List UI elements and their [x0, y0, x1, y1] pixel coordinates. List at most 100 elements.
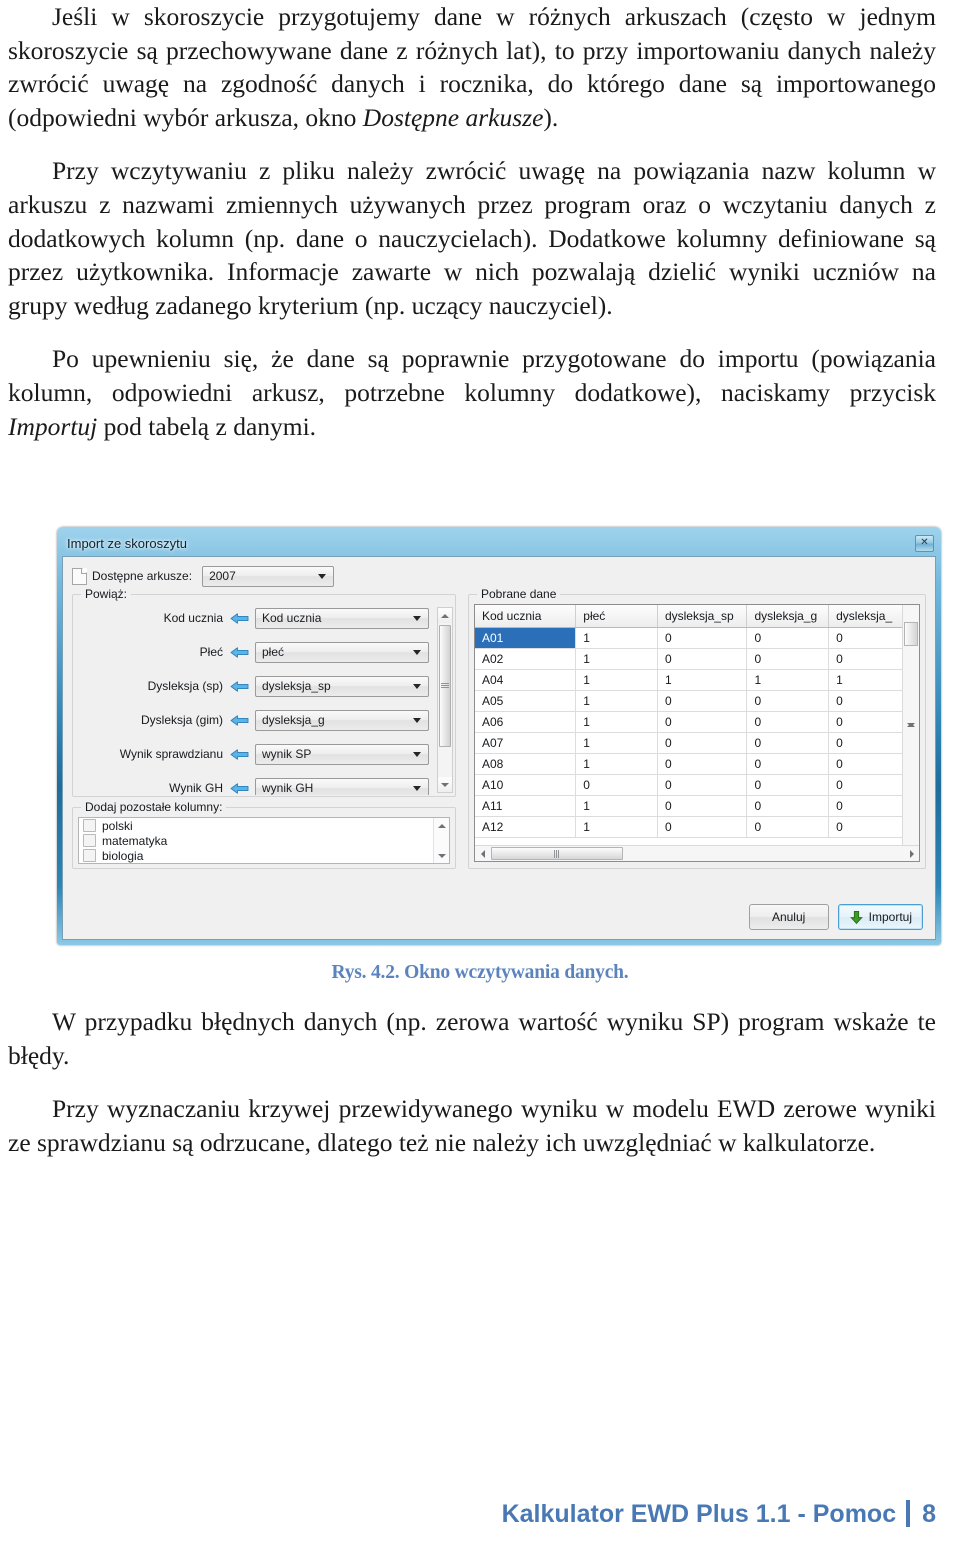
- checkbox-icon[interactable]: [83, 849, 96, 862]
- table-row[interactable]: A11 1 0 0 0: [475, 795, 903, 817]
- table-cell: A04: [475, 669, 577, 691]
- footer-separator: [906, 1500, 911, 1527]
- table-cell: 1: [575, 648, 658, 670]
- chevron-down-icon: [907, 723, 915, 727]
- table-row[interactable]: A10 0 0 0 0: [475, 774, 903, 796]
- dialog-button-row: Anuluj Importuj: [748, 904, 923, 930]
- table-cell: A05: [475, 690, 577, 712]
- table-cell: A07: [475, 732, 577, 754]
- figure-caption: Rys. 4.2. Okno wczytywania danych.: [331, 962, 629, 983]
- mapping-scrollbar[interactable]: [437, 607, 453, 793]
- column-header[interactable]: dysleksja_g: [746, 605, 830, 628]
- close-icon[interactable]: ✕: [915, 534, 934, 552]
- table-row[interactable]: A05 1 0 0 0: [475, 690, 903, 712]
- left-column: Powiąż: Kod ucznia Kod ucznia Płeć płeć Dysl…: [72, 587, 456, 869]
- paragraph-2: Przy wczytywaniu z pliku należy zwrócić …: [8, 154, 936, 322]
- table-cell: 0: [657, 774, 748, 796]
- checkbox-icon[interactable]: [83, 819, 96, 832]
- scroll-up-button[interactable]: [438, 608, 452, 623]
- table-cell: 0: [657, 690, 748, 712]
- mapping-value: dysleksja_sp: [262, 679, 331, 693]
- mapping-row: Wynik sprawdzianu wynik SP: [73, 741, 435, 767]
- data-grid-body: A01 1 0 0 0 A02 1 0 0 0 A04 1 1 1 1 A05 1 0 0 0 A06 1 0 0 0 A07 1 0…: [475, 627, 903, 838]
- checkbox-icon[interactable]: [83, 834, 96, 847]
- scrollbar-thumb[interactable]: [439, 625, 451, 747]
- cancel-button[interactable]: Anuluj: [748, 904, 829, 930]
- mapping-value: płeć: [262, 645, 285, 659]
- mapping-arrow-icon: [230, 714, 249, 726]
- mapping-arrow-icon: [230, 782, 249, 794]
- column-header[interactable]: Kod ucznia: [475, 605, 577, 628]
- cancel-button-label: Anuluj: [771, 910, 806, 924]
- column-header[interactable]: dysleksja_sp: [657, 605, 748, 628]
- right-column: Pobrane dane Kod ucznia płeć dysleksja_sp d…: [468, 587, 926, 869]
- table-cell: 0: [746, 690, 830, 712]
- table-row[interactable]: A08 1 0 0 0: [475, 753, 903, 775]
- grid-vscroll-thumb[interactable]: [904, 622, 918, 646]
- mapping-value-dropdown[interactable]: płeć: [255, 641, 429, 663]
- table-cell: 0: [657, 816, 748, 838]
- extra-columns-listbox[interactable]: polski matematyka biologia: [78, 817, 450, 864]
- table-row[interactable]: A04 1 1 1 1: [475, 669, 903, 691]
- grid-scroll-right-button[interactable]: [904, 846, 919, 861]
- footer-title: Kalkulator EWD Plus 1.1 - Pomoc: [501, 1500, 897, 1528]
- import-button[interactable]: Importuj: [837, 904, 923, 930]
- list-item[interactable]: biologia: [79, 848, 449, 863]
- data-grid-vertical-scrollbar[interactable]: [902, 605, 919, 845]
- table-cell: 1: [828, 669, 903, 691]
- page-footer: Kalkulator EWD Plus 1.1 - Pomoc 8: [0, 1500, 936, 1529]
- data-grid-head: Kod ucznia płeć dysleksja_sp dysleksja_g dys…: [475, 605, 903, 628]
- mapping-value-dropdown[interactable]: Kod ucznia: [255, 607, 429, 629]
- mapping-rows: Kod ucznia Kod ucznia Płeć płeć Dysleksja (s…: [73, 605, 435, 795]
- table-row[interactable]: A02 1 0 0 0: [475, 648, 903, 670]
- mapping-value-dropdown[interactable]: wynik SP: [255, 743, 429, 765]
- chevron-down-icon: [413, 684, 421, 689]
- table-cell: A06: [475, 711, 577, 733]
- mapping-rows-scrollarea: Kod ucznia Kod ucznia Płeć płeć Dysleksja (s…: [73, 605, 455, 795]
- chevron-right-icon: [909, 849, 914, 858]
- table-row[interactable]: A06 1 0 0 0: [475, 711, 903, 733]
- mapping-field-label: Płeć: [199, 645, 223, 659]
- mapping-value-dropdown[interactable]: dysleksja_sp: [255, 675, 429, 697]
- text-run: pod tabelą z danymi.: [97, 411, 317, 441]
- list-item-label: polski: [102, 818, 133, 833]
- table-row[interactable]: A07 1 0 0 0: [475, 732, 903, 754]
- extra-scroll-up-button[interactable]: [434, 820, 449, 831]
- window-frame: Import ze skoroszytu ✕ Dostępne arkusze:…: [57, 527, 941, 945]
- list-item[interactable]: matematyka: [79, 833, 449, 848]
- mapping-field-label: Wynik sprawdzianu: [119, 747, 223, 761]
- mapping-row: Dysleksja (sp) dysleksja_sp: [73, 673, 435, 699]
- data-grid-table: Kod ucznia płeć dysleksja_sp dysleksja_g dys…: [475, 605, 903, 838]
- table-row[interactable]: A12 1 0 0 0: [475, 816, 903, 838]
- table-cell: 0: [828, 711, 903, 733]
- table-cell: 1: [575, 732, 658, 754]
- table-cell: 0: [657, 732, 748, 754]
- dialog-titlebar[interactable]: Import ze skoroszytu ✕: [62, 530, 936, 556]
- column-header[interactable]: dysleksja_: [828, 605, 903, 628]
- extra-columns-group: Dodaj pozostałe kolumny: polski matematyk…: [72, 800, 456, 869]
- chevron-down-icon: [413, 718, 421, 723]
- table-cell: 1: [575, 711, 658, 733]
- table-cell: 0: [657, 753, 748, 775]
- mapping-value-dropdown[interactable]: dysleksja_g: [255, 709, 429, 731]
- extra-columns-scrollbar[interactable]: [433, 818, 449, 863]
- scroll-down-button[interactable]: [438, 777, 452, 792]
- table-cell: 0: [828, 753, 903, 775]
- grid-scroll-left-button[interactable]: [475, 846, 490, 861]
- extra-scroll-down-button[interactable]: [434, 850, 449, 861]
- grip-icon: [554, 849, 560, 858]
- mapping-row: Kod ucznia Kod ucznia: [73, 605, 435, 631]
- sheet-picker-dropdown[interactable]: 2007: [202, 565, 335, 587]
- table-cell: 1: [575, 795, 658, 817]
- mapping-group-title: Powiąż:: [81, 587, 132, 601]
- data-grid-horizontal-scrollbar[interactable]: [475, 845, 919, 861]
- table-row[interactable]: A01 1 0 0 0: [475, 627, 903, 649]
- grid-hscroll-thumb[interactable]: [491, 847, 623, 860]
- list-item[interactable]: polski: [79, 818, 449, 833]
- table-cell: 0: [746, 774, 830, 796]
- mapping-value-dropdown[interactable]: wynik GH: [255, 777, 429, 795]
- column-header[interactable]: płeć: [575, 605, 658, 628]
- data-grid[interactable]: Kod ucznia płeć dysleksja_sp dysleksja_g dys…: [474, 604, 920, 862]
- mapping-row: Wynik GH wynik GH: [73, 775, 435, 795]
- chevron-down-icon: [441, 782, 449, 787]
